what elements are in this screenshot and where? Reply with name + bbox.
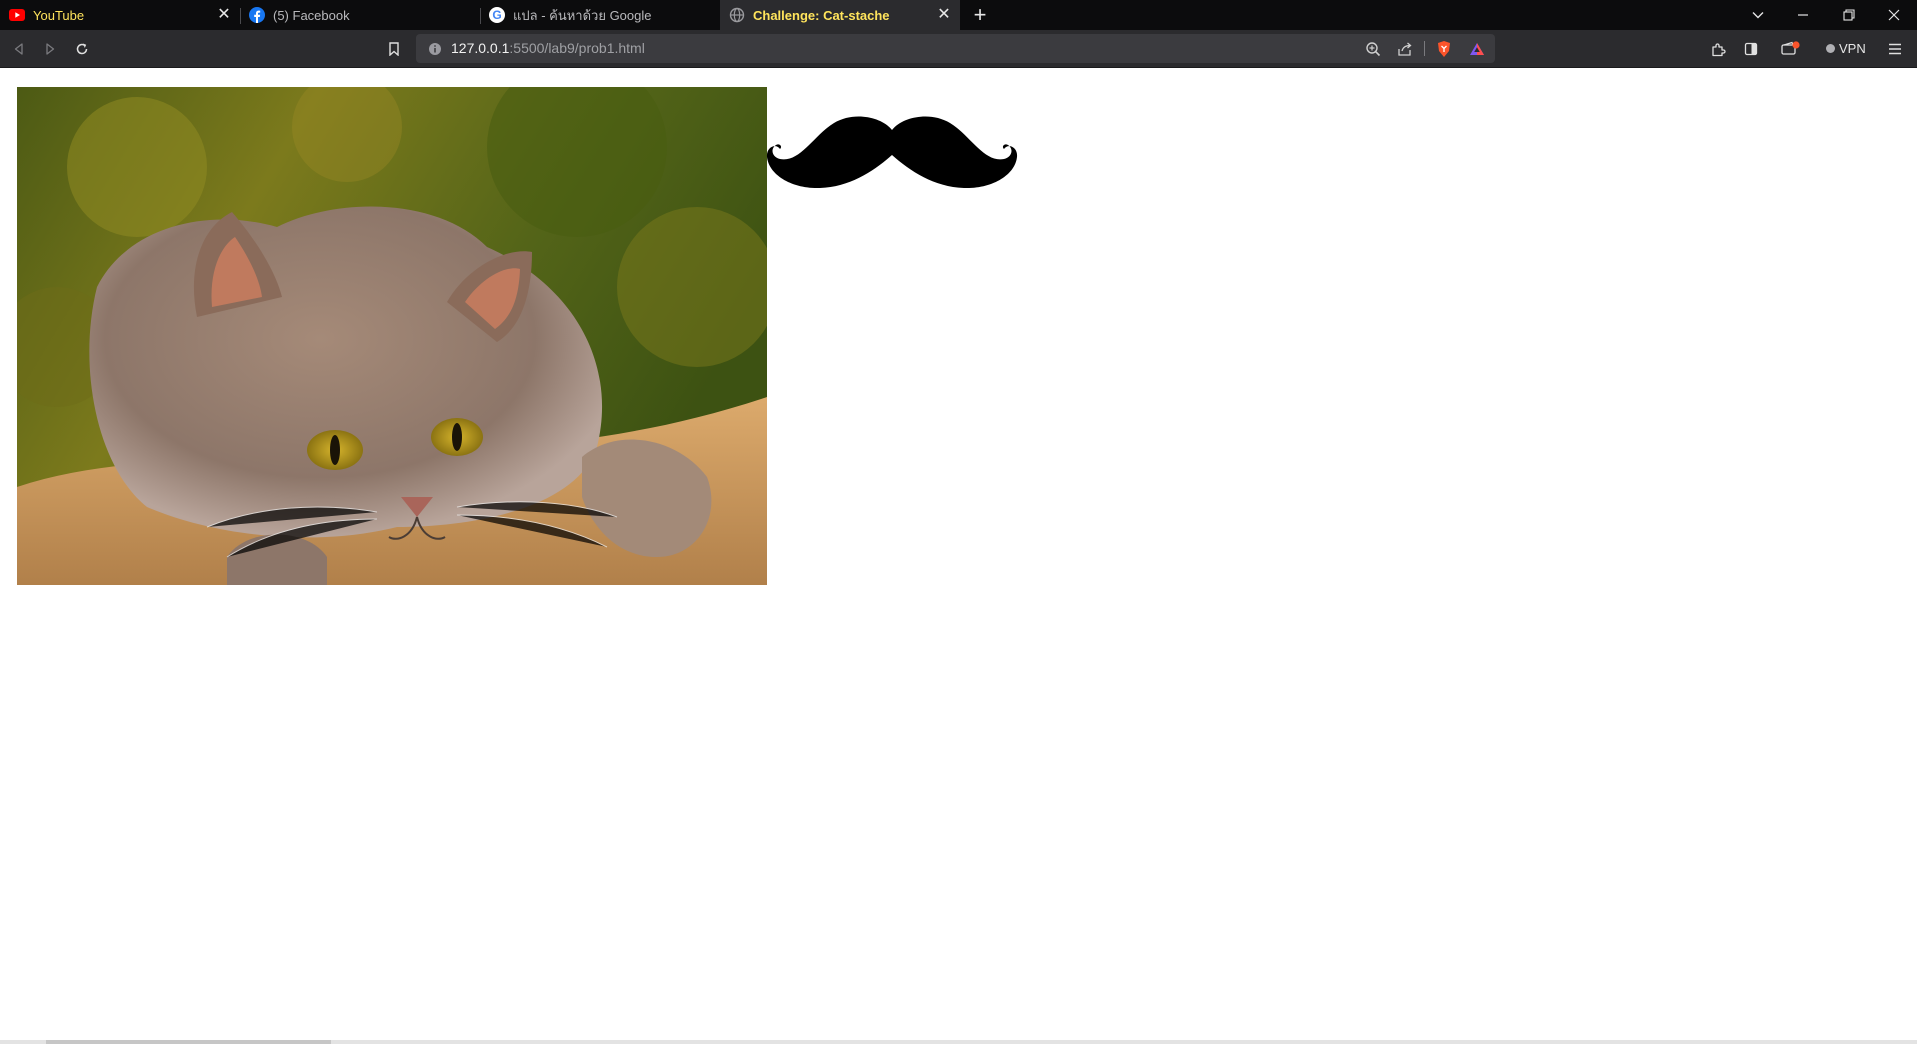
new-tab-icon[interactable]: +	[968, 2, 992, 27]
close-tab-icon[interactable]: ✕	[936, 7, 952, 23]
tab-cat-stache[interactable]: Challenge: Cat-stache ✕	[720, 0, 960, 30]
globe-icon	[729, 7, 745, 23]
scrollbar-thumb[interactable]	[46, 1040, 331, 1044]
vpn-button[interactable]: VPN	[1826, 38, 1866, 58]
tab-google[interactable]: G แปล - ค้นหาด้วย Google	[480, 0, 720, 30]
close-tab-icon[interactable]: ✕	[216, 7, 232, 23]
youtube-icon	[9, 7, 25, 23]
share-icon[interactable]	[1395, 39, 1415, 59]
close-window-icon[interactable]	[1871, 0, 1917, 30]
bookmark-icon[interactable]	[381, 36, 407, 62]
zoom-icon[interactable]	[1363, 39, 1383, 59]
minimize-icon[interactable]	[1780, 0, 1826, 30]
brave-rewards-icon[interactable]	[1467, 39, 1487, 59]
menu-icon[interactable]	[1882, 36, 1908, 62]
browser-toolbar: 127.0.0.1:5500/lab9/prob1.html VPN	[0, 30, 1917, 68]
address-bar[interactable]: 127.0.0.1:5500/lab9/prob1.html	[416, 34, 1495, 63]
url-text[interactable]: 127.0.0.1:5500/lab9/prob1.html	[451, 34, 645, 63]
vpn-label: VPN	[1839, 40, 1866, 56]
horizontal-scrollbar[interactable]	[0, 1040, 1917, 1044]
divider	[1424, 41, 1425, 56]
tab-youtube[interactable]: YouTube ✕	[0, 0, 240, 30]
back-icon[interactable]	[6, 36, 32, 62]
url-path: :5500/lab9/prob1.html	[509, 40, 645, 56]
tab-title: แปล - ค้นหาด้วย Google	[513, 7, 652, 23]
vpn-status-icon	[1826, 43, 1835, 53]
restore-icon[interactable]	[1826, 0, 1872, 30]
tab-search-chevron-icon[interactable]	[1735, 0, 1781, 30]
tab-title: YouTube	[33, 7, 85, 23]
cat-photo	[17, 87, 767, 585]
wallet-icon[interactable]	[1778, 36, 1804, 62]
tab-title: (5) Facebook	[273, 7, 350, 23]
tab-facebook[interactable]: (5) Facebook	[240, 0, 480, 30]
sidebar-icon[interactable]	[1738, 36, 1764, 62]
facebook-icon	[249, 7, 265, 23]
reload-icon[interactable]	[69, 36, 95, 62]
extensions-icon[interactable]	[1705, 36, 1731, 62]
forward-icon[interactable]	[37, 36, 63, 62]
site-info-icon[interactable]	[425, 39, 445, 59]
mustache-image	[764, 113, 1020, 195]
tab-strip: YouTube ✕ (5) Facebook G แปล - ค้นหาด้วย…	[0, 0, 1917, 30]
brave-shields-icon[interactable]	[1434, 39, 1454, 59]
tab-title: Challenge: Cat-stache	[753, 7, 890, 23]
page-viewport	[0, 68, 1917, 1044]
url-host: 127.0.0.1	[451, 40, 510, 56]
svg-text:G: G	[492, 8, 501, 22]
google-icon: G	[489, 7, 505, 23]
